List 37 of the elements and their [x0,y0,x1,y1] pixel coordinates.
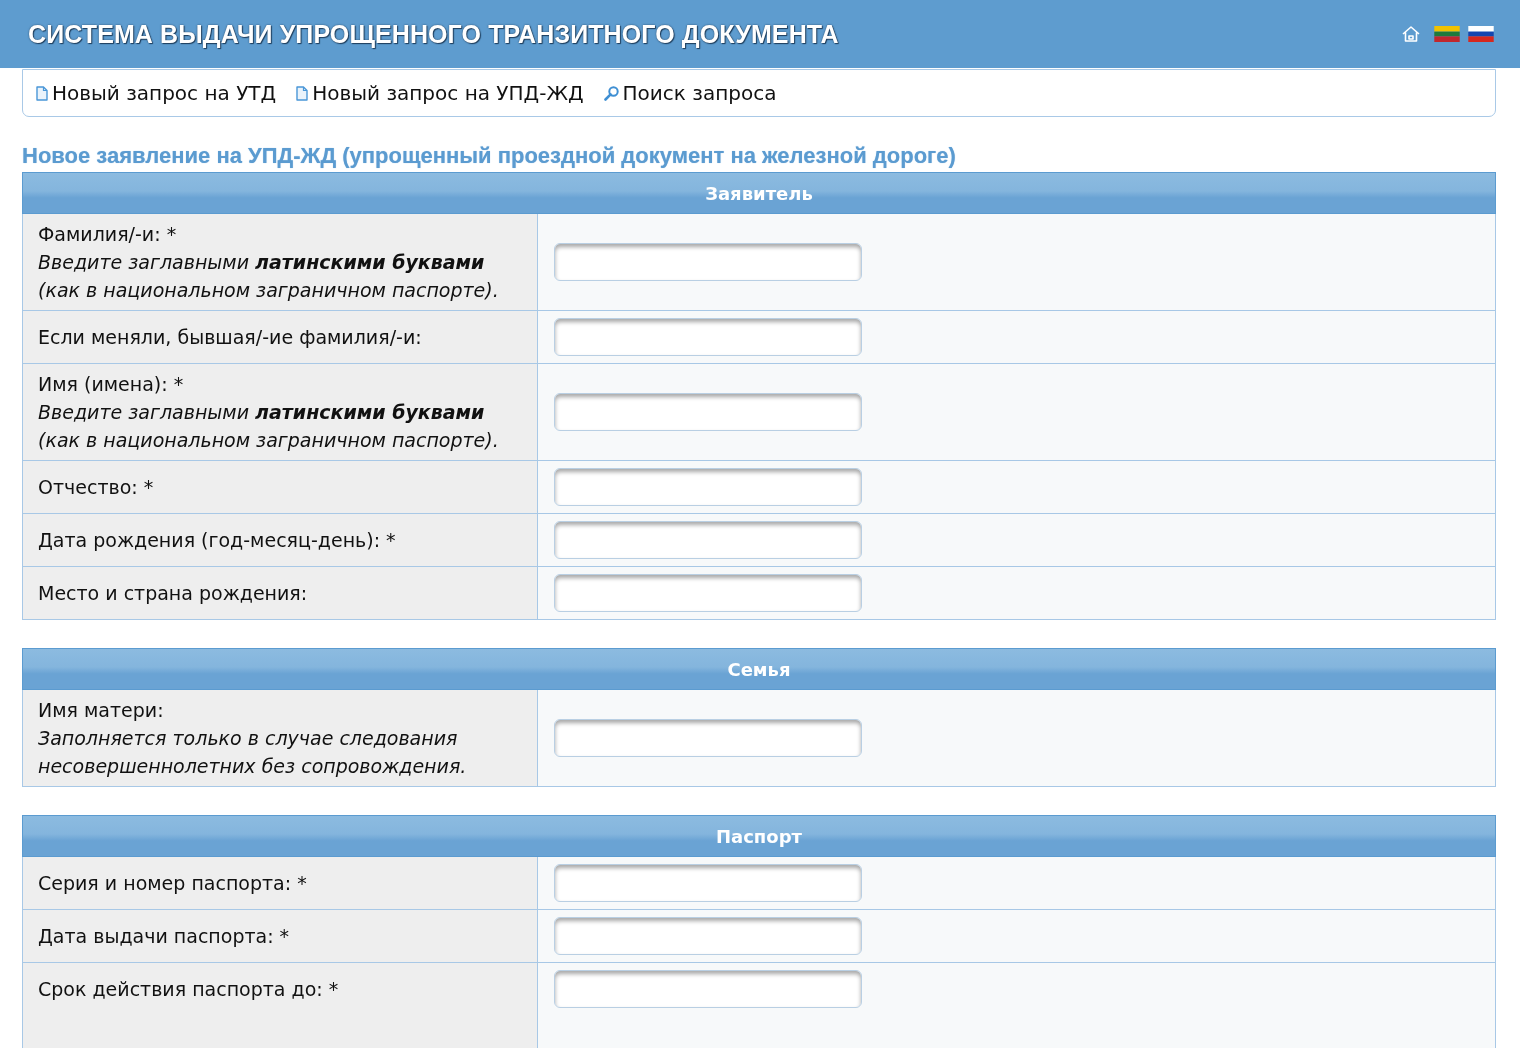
field-hint: Заполняется только в случае следования несовершеннолетних без сопровождения. [38,726,468,779]
field-hint: Введите заглавными латинскими буквами (как в национальном заграничном паспорте). [38,400,500,453]
section-header: Семья [22,648,1496,690]
input-field[interactable] [554,318,862,356]
document-icon [36,85,48,101]
section-header: Паспорт [22,815,1496,857]
field-label: Серия и номер паспорта: * [38,871,308,896]
input-field[interactable] [554,970,862,1008]
section-header: Заявитель [22,172,1496,214]
field-label: Имя матери: [38,698,165,723]
input-field[interactable] [554,243,862,281]
field-label: Отчество: * [38,475,155,500]
field-label: Дата выдачи паспорта: * [38,924,291,949]
field-hint: Введите заглавными латинскими буквами (как в национальном заграничном паспорте). [38,250,500,303]
nav-link[interactable]: Новый запрос на УТД [36,81,277,105]
field-label: Фамилия/-и: * [38,222,178,247]
input-field[interactable] [554,521,862,559]
field-label: Место и страна рождения: [38,581,309,606]
document-icon [296,85,309,101]
field-label: Имя (имена): * [38,372,185,397]
input-field[interactable] [554,719,862,757]
search-icon [603,85,619,101]
nav-link[interactable]: Поиск запроса [603,81,777,105]
page-heading: Новое заявление на УПД-ЖД (упрощенный проездной документ на железной дороге) [22,143,957,169]
field-label: Срок действия паспорта до: * [38,977,340,1002]
system-title: СИСТЕМА ВЫДАЧИ УПРОЩЕННОГО ТРАНЗИТНОГО ДОКУМЕНТА [28,19,839,49]
input-field[interactable] [554,574,862,612]
home-icon[interactable] [1402,26,1420,42]
lithuanian-flag-icon[interactable] [1434,26,1460,42]
field-label: Дата рождения (год-месяц-день): * [38,528,397,553]
input-field[interactable] [554,917,862,955]
russian-flag-icon[interactable] [1468,26,1494,42]
field-label: Если меняли, бывшая/-ие фамилия/-и: [38,325,423,350]
input-field[interactable] [554,864,862,902]
nav-link[interactable]: Новый запрос на УПД-ЖД [296,81,584,105]
input-field[interactable] [554,468,862,506]
input-field[interactable] [554,393,862,431]
